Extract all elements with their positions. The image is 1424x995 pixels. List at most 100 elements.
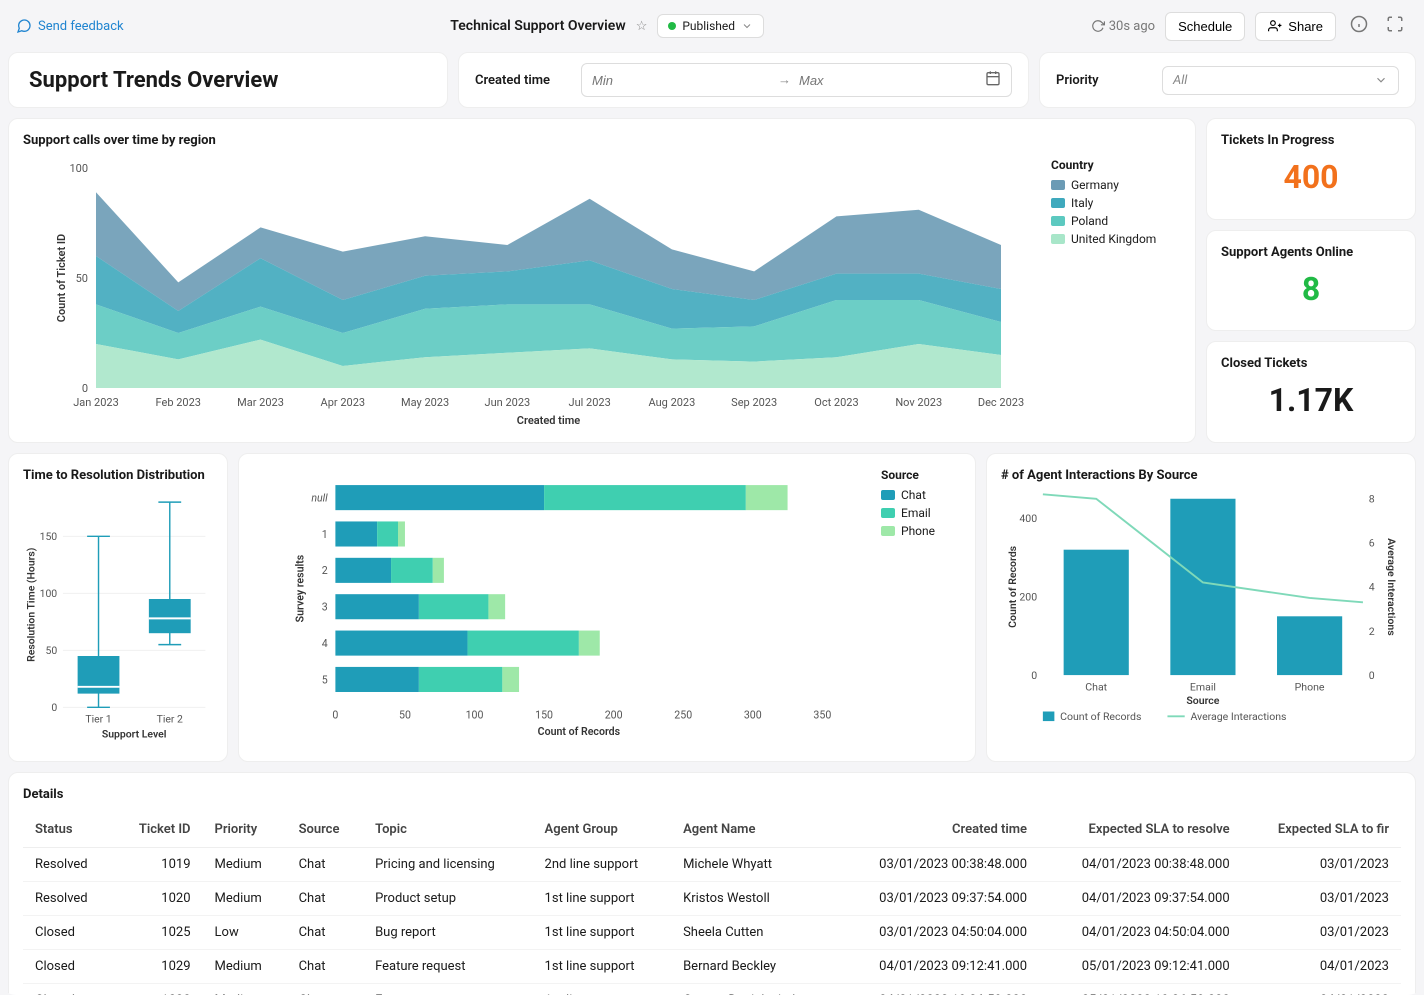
star-icon[interactable]: ☆ — [636, 19, 648, 34]
svg-text:Count of Records: Count of Records — [1060, 710, 1141, 723]
svg-text:2: 2 — [322, 564, 328, 577]
hbar-card: null12345050100150200250300350Count of R… — [238, 453, 976, 762]
fullscreen-icon[interactable] — [1382, 11, 1408, 41]
svg-text:400: 400 — [1019, 512, 1037, 525]
schedule-button[interactable]: Schedule — [1165, 12, 1245, 41]
svg-text:Jul 2023: Jul 2023 — [569, 396, 611, 409]
stat-closed: Closed Tickets 1.17K — [1206, 341, 1416, 443]
svg-text:Sep 2023: Sep 2023 — [731, 396, 777, 409]
table-row[interactable]: Resolved1020MediumChatProduct setup1st l… — [23, 882, 1401, 916]
boxplot-chart[interactable]: 050100150Tier 1Tier 2Support LevelResolu… — [23, 493, 213, 747]
table-row[interactable]: Closed1029MediumChatFeature request1st l… — [23, 950, 1401, 984]
svg-text:0: 0 — [332, 709, 338, 722]
chevron-down-icon — [1374, 73, 1388, 87]
table-cell: Closed — [23, 916, 113, 950]
table-cell: Chat — [287, 950, 363, 984]
table-header[interactable]: Agent Group — [533, 812, 672, 848]
table-row[interactable]: Closed1030MediumChatFeature request1st l… — [23, 984, 1401, 995]
chevron-down-icon — [741, 20, 753, 32]
send-feedback-link[interactable]: Send feedback — [16, 18, 124, 34]
status-label: Published — [682, 19, 735, 33]
svg-text:350: 350 — [813, 709, 831, 722]
table-cell: Chat — [287, 882, 363, 916]
status-dot-icon — [668, 22, 676, 30]
hbar-chart[interactable]: null12345050100150200250300350Count of R… — [253, 468, 871, 742]
max-date-input[interactable] — [799, 73, 977, 88]
share-button[interactable]: Share — [1255, 12, 1336, 41]
combo-chart[interactable]: 020040002468ChatEmailPhoneSourceCount of… — [1001, 493, 1401, 727]
table-cell: Sheela Cutten — [671, 916, 836, 950]
svg-text:Oct 2023: Oct 2023 — [814, 396, 858, 409]
svg-text:Jan 2023: Jan 2023 — [73, 396, 119, 409]
table-row[interactable]: Closed1025LowChatBug report1st line supp… — [23, 916, 1401, 950]
table-cell: 03/01/2023 04:50:04.000 — [836, 916, 1039, 950]
table-cell: Medium — [203, 848, 287, 882]
svg-text:Count of Records: Count of Records — [538, 725, 621, 738]
refresh-button[interactable]: 30s ago — [1091, 19, 1155, 34]
svg-text:300: 300 — [744, 709, 762, 722]
date-range-input[interactable]: → — [581, 63, 1012, 97]
table-cell: Closed — [23, 984, 113, 995]
area-legend: Country Germany Italy Poland United King… — [1051, 158, 1181, 428]
table-cell: 03/01/2023 09:37:54.000 — [836, 882, 1039, 916]
combo-title: # of Agent Interactions By Source — [1001, 468, 1401, 483]
table-cell: 1st line support — [533, 882, 672, 916]
table-cell: Bernard Beckley — [671, 950, 836, 984]
svg-text:Jun 2023: Jun 2023 — [485, 396, 531, 409]
table-cell: 04/01/2023 — [1242, 984, 1401, 995]
svg-text:200: 200 — [605, 709, 623, 722]
table-header[interactable]: Status — [23, 812, 113, 848]
area-chart-title: Support calls over time by region — [23, 133, 1181, 148]
info-icon[interactable] — [1346, 11, 1372, 41]
svg-text:Average Interactions: Average Interactions — [1385, 538, 1398, 636]
table-header[interactable]: Agent Name — [671, 812, 836, 848]
boxplot-title: Time to Resolution Distribution — [23, 468, 213, 483]
svg-text:Support Level: Support Level — [102, 728, 167, 741]
svg-text:Resolution Time (Hours): Resolution Time (Hours) — [24, 547, 37, 662]
min-date-input[interactable] — [592, 73, 770, 88]
table-cell: Feature request — [363, 950, 532, 984]
table-cell: 03/01/2023 00:38:48.000 — [836, 848, 1039, 882]
stat-agents-value: 8 — [1221, 270, 1401, 308]
svg-text:100: 100 — [40, 587, 58, 600]
table-header[interactable]: Ticket ID — [113, 812, 202, 848]
svg-text:100: 100 — [466, 709, 484, 722]
priority-dropdown[interactable]: All — [1162, 66, 1399, 95]
table-header[interactable]: Expected SLA to fir — [1242, 812, 1401, 848]
table-header[interactable]: Created time — [836, 812, 1039, 848]
svg-text:Average Interactions: Average Interactions — [1190, 710, 1286, 723]
refresh-label: 30s ago — [1109, 19, 1155, 34]
table-header[interactable]: Topic — [363, 812, 532, 848]
svg-text:Chat: Chat — [1085, 680, 1107, 693]
table-cell: 05/01/2023 09:12:41.000 — [1039, 950, 1242, 984]
table-header[interactable]: Source — [287, 812, 363, 848]
chat-icon — [16, 18, 32, 34]
table-cell: 1020 — [113, 882, 202, 916]
stat-closed-value: 1.17K — [1221, 381, 1401, 419]
area-chart[interactable]: 050100Jan 2023Feb 2023Mar 2023Apr 2023Ma… — [23, 158, 1039, 428]
table-cell: Pricing and licensing — [363, 848, 532, 882]
svg-text:6: 6 — [1369, 537, 1375, 550]
table-cell: Product setup — [363, 882, 532, 916]
created-time-filter: Created time → — [458, 52, 1029, 108]
svg-text:250: 250 — [674, 709, 692, 722]
status-dropdown[interactable]: Published — [657, 14, 764, 38]
svg-text:1: 1 — [322, 528, 328, 541]
table-cell: 04/01/2023 — [1242, 950, 1401, 984]
svg-text:Apr 2023: Apr 2023 — [321, 396, 366, 409]
feedback-label: Send feedback — [38, 19, 124, 34]
svg-text:100: 100 — [69, 162, 88, 175]
svg-text:3: 3 — [322, 601, 328, 614]
table-cell: Medium — [203, 950, 287, 984]
table-cell: 1st line support — [533, 950, 672, 984]
table-cell: 04/01/2023 09:12:41.000 — [836, 950, 1039, 984]
table-cell: 2nd line support — [533, 848, 672, 882]
table-cell: Closed — [23, 950, 113, 984]
svg-text:Count of Records: Count of Records — [1006, 546, 1019, 628]
calendar-icon[interactable] — [985, 70, 1001, 90]
table-header[interactable]: Expected SLA to resolve — [1039, 812, 1242, 848]
table-cell: 04/01/2023 19:36:58.000 — [836, 984, 1039, 995]
svg-text:null: null — [311, 491, 328, 504]
table-row[interactable]: Resolved1019MediumChatPricing and licens… — [23, 848, 1401, 882]
table-header[interactable]: Priority — [203, 812, 287, 848]
